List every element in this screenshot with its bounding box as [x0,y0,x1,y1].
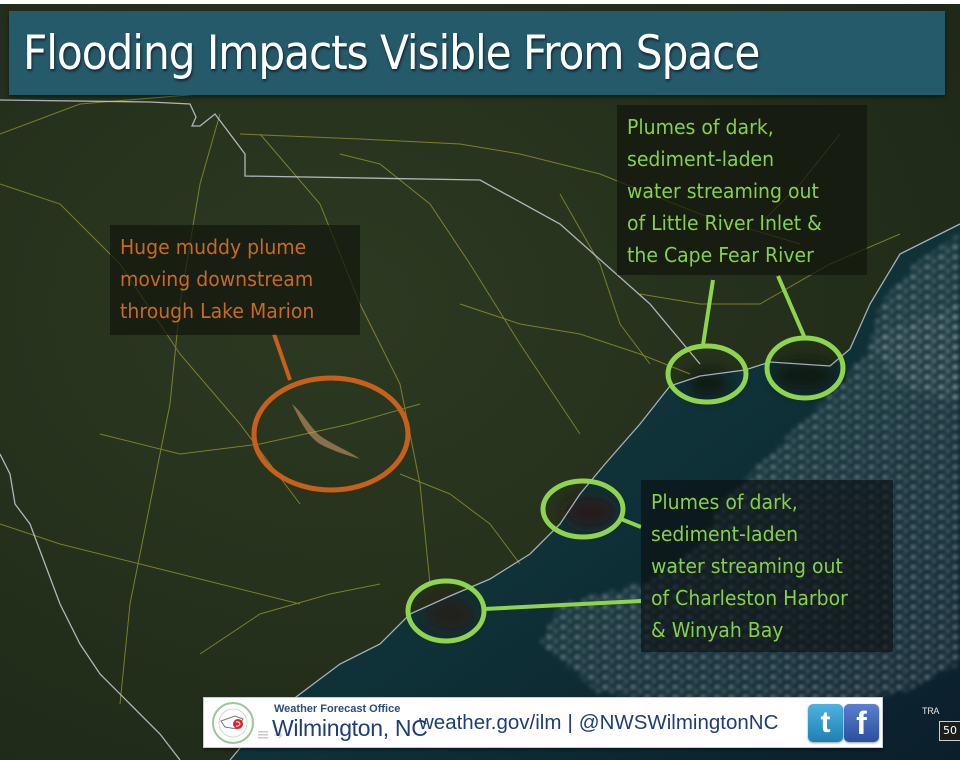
callout-line: Huge muddy plume [120,235,307,259]
little-river-cape-fear-callout: Plumes of dark, sediment-laden water str… [617,105,867,275]
nws-logo-icon [212,702,254,744]
callout-line: Plumes of dark, [627,115,774,139]
footer-links: weather.gov/ilm | @NWSWilmingtonNC [419,711,778,735]
website-link[interactable]: weather.gov/ilm [419,711,561,734]
callout-line: of Charleston Harbor [651,586,848,610]
callout-line: sediment-laden [627,147,775,171]
callout-line: through Lake Marion [120,299,315,323]
callout-line: Plumes of dark, [651,490,798,514]
tra-label: TRA [922,706,940,716]
facebook-icon[interactable]: f [844,704,879,742]
twitter-icon[interactable]: t [808,704,843,742]
callout-line: water streaming out [627,179,819,203]
page-title: Flooding Impacts Visible From Space [23,25,760,81]
office-label: Weather Forecast Office [274,703,401,715]
charleston-winyah-callout: Plumes of dark, sediment-laden water str… [641,480,893,652]
title-banner: Flooding Impacts Visible From Space [9,11,945,95]
callout-line: the Cape Fear River [627,243,814,267]
callout-line: sediment-laden [651,522,799,546]
scale-badge: 50 [939,721,960,741]
callout-line: water streaming out [651,554,843,578]
lake-marion-callout: Huge muddy plume moving downstream throu… [110,225,360,335]
separator: | [567,711,573,734]
footer-banner: Weather Forecast Office Wilmington, NC w… [203,697,883,748]
callout-line: moving downstream [120,267,314,291]
callout-line: & Winyah Bay [651,618,784,642]
twitter-handle-link[interactable]: @NWSWilmingtonNC [579,711,779,734]
office-city: Wilmington, NC [272,715,428,741]
callout-line: of Little River Inlet & [627,211,822,235]
